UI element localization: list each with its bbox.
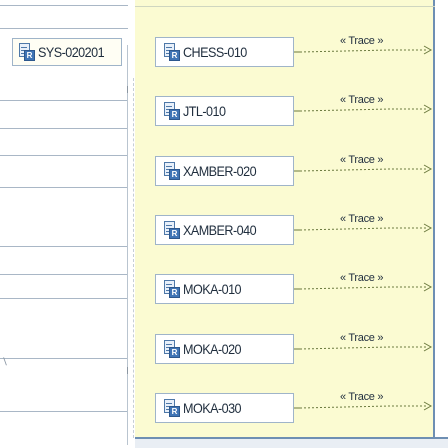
- requirement-label: JTL-010: [183, 103, 226, 119]
- requirement-box[interactable]: R MOKA-030: [155, 393, 294, 423]
- trace-connector-line: [299, 405, 428, 409]
- trace-connector-line: [299, 286, 428, 290]
- requirement-box[interactable]: R MOKA-010: [155, 274, 294, 304]
- requirement-box[interactable]: R XAMBER-020: [155, 156, 294, 186]
- trace-stereotype-label[interactable]: « Trace »: [340, 332, 383, 344]
- requirement-label: MOKA-020: [183, 341, 242, 357]
- trace-connector-line: [299, 227, 428, 231]
- requirement-icon: R: [162, 221, 180, 239]
- requirement-icon: R: [162, 162, 180, 180]
- trace-stereotype-label[interactable]: « Trace »: [340, 272, 383, 284]
- requirement-box[interactable]: R JTL-010: [155, 96, 294, 126]
- requirement-label: MOKA-030: [183, 400, 242, 416]
- trace-stereotype-label[interactable]: « Trace »: [340, 213, 383, 225]
- requirement-box[interactable]: R MOKA-020: [155, 334, 294, 364]
- requirement-label: XAMBER-020: [183, 163, 257, 179]
- requirement-icon: R: [162, 102, 180, 120]
- trace-stereotype-label[interactable]: « Trace »: [340, 35, 383, 47]
- trace-connector-line: [299, 346, 428, 350]
- trace-connector-line: [299, 108, 428, 112]
- trace-stereotype-label[interactable]: « Trace »: [340, 391, 383, 403]
- requirement-label: CHESS-010: [183, 44, 247, 60]
- trace-connector-line: [299, 168, 428, 172]
- trace-stereotype-label[interactable]: « Trace »: [340, 94, 383, 106]
- trace-connector-line: [299, 49, 428, 53]
- requirement-icon: R: [162, 43, 180, 61]
- requirement-box[interactable]: R XAMBER-040: [155, 215, 294, 245]
- requirement-box[interactable]: R CHESS-010: [155, 37, 294, 67]
- requirement-icon: R: [162, 280, 180, 298]
- requirement-icon: R: [162, 340, 180, 358]
- requirement-icon: R: [162, 399, 180, 417]
- trace-stereotype-label[interactable]: « Trace »: [340, 154, 383, 166]
- requirement-label: XAMBER-040: [183, 222, 257, 238]
- requirement-label: MOKA-010: [183, 281, 242, 297]
